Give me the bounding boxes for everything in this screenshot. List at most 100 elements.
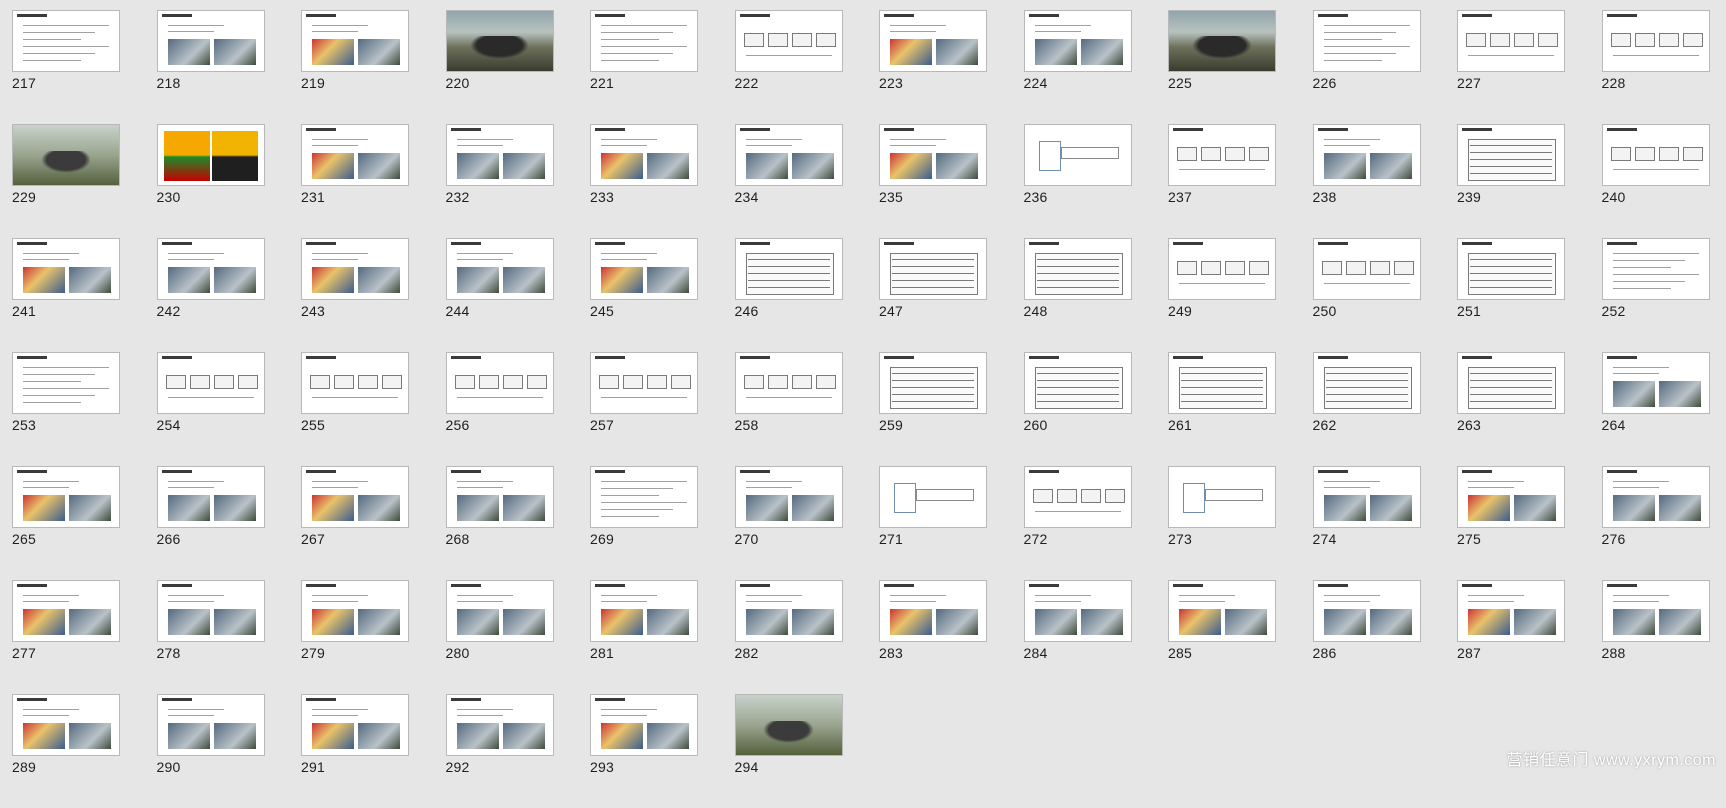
slide-thumbnail-item[interactable]: 219: [301, 10, 409, 124]
slide-thumbnail-item[interactable]: 275: [1457, 466, 1565, 580]
slide-thumbnail-item[interactable]: 291: [301, 694, 409, 808]
slide-preview[interactable]: [1601, 10, 1710, 72]
slide-thumbnail-item[interactable]: 253: [12, 352, 120, 466]
slide-preview[interactable]: [156, 580, 265, 642]
slide-preview[interactable]: [445, 466, 554, 528]
slide-thumbnail-item[interactable]: 260: [1023, 352, 1132, 466]
slide-preview[interactable]: [590, 580, 698, 642]
slide-thumbnail-item[interactable]: 235: [879, 124, 987, 238]
slide-preview[interactable]: [1168, 580, 1276, 642]
slide-thumbnail-item[interactable]: 271: [879, 466, 987, 580]
slide-preview[interactable]: [301, 466, 409, 528]
slide-preview[interactable]: [1457, 238, 1565, 300]
slide-preview[interactable]: [1312, 10, 1421, 72]
slide-thumbnail-item[interactable]: 220: [445, 10, 554, 124]
slide-preview[interactable]: [590, 352, 698, 414]
slide-preview[interactable]: [301, 238, 409, 300]
slide-preview[interactable]: [445, 238, 554, 300]
slide-thumbnail-item[interactable]: 255: [301, 352, 409, 466]
slide-preview[interactable]: [1601, 466, 1710, 528]
slide-thumbnail-item[interactable]: 233: [590, 124, 698, 238]
slide-preview[interactable]: [1457, 352, 1565, 414]
slide-preview[interactable]: [1168, 238, 1276, 300]
slide-thumbnail-item[interactable]: 287: [1457, 580, 1565, 694]
slide-preview[interactable]: [156, 694, 265, 756]
slide-thumbnail-item[interactable]: 252: [1601, 238, 1710, 352]
slide-thumbnail-item[interactable]: 270: [734, 466, 843, 580]
slide-thumbnail-item[interactable]: 268: [445, 466, 554, 580]
slide-thumbnail-item[interactable]: 228: [1601, 10, 1710, 124]
slide-thumbnail-item[interactable]: 225: [1168, 10, 1276, 124]
slide-preview[interactable]: [879, 238, 987, 300]
slide-thumbnail-item[interactable]: 280: [445, 580, 554, 694]
slide-preview[interactable]: [734, 694, 843, 756]
slide-thumbnail-item[interactable]: 256: [445, 352, 554, 466]
slide-thumbnail-item[interactable]: 242: [156, 238, 265, 352]
slide-thumbnail-item[interactable]: 292: [445, 694, 554, 808]
slide-preview[interactable]: [734, 10, 843, 72]
slide-thumbnail-item[interactable]: 265: [12, 466, 120, 580]
slide-preview[interactable]: [879, 466, 987, 528]
slide-thumbnail-item[interactable]: 232: [445, 124, 554, 238]
slide-preview[interactable]: [1168, 124, 1276, 186]
slide-preview[interactable]: [12, 10, 120, 72]
slide-thumbnail-item[interactable]: 258: [734, 352, 843, 466]
slide-thumbnail-item[interactable]: 279: [301, 580, 409, 694]
slide-preview[interactable]: [879, 580, 987, 642]
slide-preview[interactable]: [445, 352, 554, 414]
slide-preview[interactable]: [1168, 466, 1276, 528]
slide-thumbnail-item[interactable]: 234: [734, 124, 843, 238]
slide-thumbnail-item[interactable]: 245: [590, 238, 698, 352]
slide-preview[interactable]: [879, 10, 987, 72]
slide-thumbnail-item[interactable]: 284: [1023, 580, 1132, 694]
slide-thumbnail-item[interactable]: 290: [156, 694, 265, 808]
slide-preview[interactable]: [1168, 352, 1276, 414]
slide-thumbnail-item[interactable]: 283: [879, 580, 987, 694]
slide-preview[interactable]: [1601, 352, 1710, 414]
slide-preview[interactable]: [445, 124, 554, 186]
slide-preview[interactable]: [445, 10, 554, 72]
slide-thumbnail-item[interactable]: 263: [1457, 352, 1565, 466]
slide-preview[interactable]: [1023, 466, 1132, 528]
slide-thumbnail-item[interactable]: 222: [734, 10, 843, 124]
slide-preview[interactable]: [1312, 124, 1421, 186]
slide-thumbnail-item[interactable]: 230: [156, 124, 265, 238]
slide-thumbnail-item[interactable]: 227: [1457, 10, 1565, 124]
slide-preview[interactable]: [12, 124, 120, 186]
slide-preview[interactable]: [1601, 580, 1710, 642]
slide-preview[interactable]: [1023, 10, 1132, 72]
slide-thumbnail-item[interactable]: 249: [1168, 238, 1276, 352]
slide-thumbnail-item[interactable]: 231: [301, 124, 409, 238]
slide-thumbnail-item[interactable]: 261: [1168, 352, 1276, 466]
slide-preview[interactable]: [1312, 238, 1421, 300]
slide-preview[interactable]: [1023, 580, 1132, 642]
slide-thumbnail-item[interactable]: 218: [156, 10, 265, 124]
slide-preview[interactable]: [1457, 10, 1565, 72]
slide-preview[interactable]: [301, 124, 409, 186]
slide-preview[interactable]: [1023, 124, 1132, 186]
slide-preview[interactable]: [156, 238, 265, 300]
slide-preview[interactable]: [301, 352, 409, 414]
slide-preview[interactable]: [12, 694, 120, 756]
slide-preview[interactable]: [1601, 238, 1710, 300]
slide-preview[interactable]: [12, 466, 120, 528]
slide-thumbnail-item[interactable]: 250: [1312, 238, 1421, 352]
slide-preview[interactable]: [590, 124, 698, 186]
slide-thumbnail-item[interactable]: 241: [12, 238, 120, 352]
slide-thumbnail-item[interactable]: 293: [590, 694, 698, 808]
slide-thumbnail-item[interactable]: 273: [1168, 466, 1276, 580]
slide-thumbnail-item[interactable]: 239: [1457, 124, 1565, 238]
slide-preview[interactable]: [156, 352, 265, 414]
slide-preview[interactable]: [156, 466, 265, 528]
slide-preview[interactable]: [12, 580, 120, 642]
slide-preview[interactable]: [734, 352, 843, 414]
slide-preview[interactable]: [301, 580, 409, 642]
slide-preview[interactable]: [445, 694, 554, 756]
slide-thumbnail-item[interactable]: 221: [590, 10, 698, 124]
slide-preview[interactable]: [590, 10, 698, 72]
slide-preview[interactable]: [590, 238, 698, 300]
slide-preview[interactable]: [734, 466, 843, 528]
slide-thumbnail-item[interactable]: 294: [734, 694, 843, 808]
slide-thumbnail-item[interactable]: 289: [12, 694, 120, 808]
slide-preview[interactable]: [879, 124, 987, 186]
